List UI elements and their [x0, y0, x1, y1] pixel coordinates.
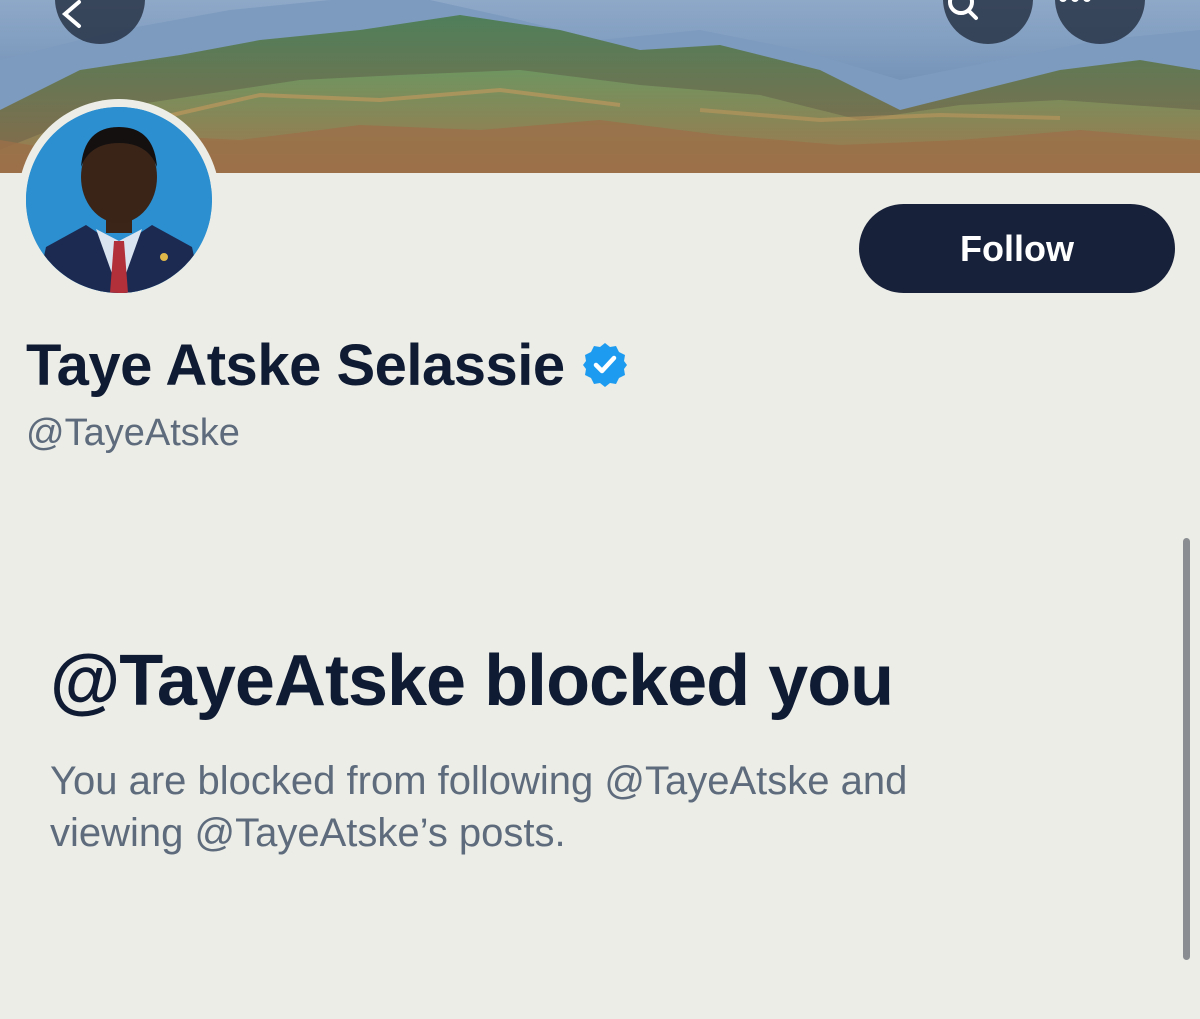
- arrow-left-icon: [61, 0, 81, 28]
- scrollbar[interactable]: [1183, 538, 1190, 960]
- blocked-description: You are blocked from following @TayeAtsk…: [50, 759, 908, 855]
- follow-button[interactable]: Follow: [859, 204, 1175, 293]
- verified-badge-icon: [582, 343, 627, 387]
- blocked-title: @TayeAtske blocked you: [50, 641, 894, 721]
- avatar-photo: [26, 107, 212, 293]
- more-horizontal-icon: [1059, 0, 1091, 2]
- search-icon: [948, 0, 978, 20]
- display-name: Taye Atske Selassie: [26, 332, 565, 398]
- profile-name-row: Taye Atske Selassie: [26, 330, 629, 400]
- avatar-image: [26, 107, 212, 293]
- profile-avatar[interactable]: [18, 99, 220, 301]
- profile-handle: @TayeAtske: [26, 412, 240, 454]
